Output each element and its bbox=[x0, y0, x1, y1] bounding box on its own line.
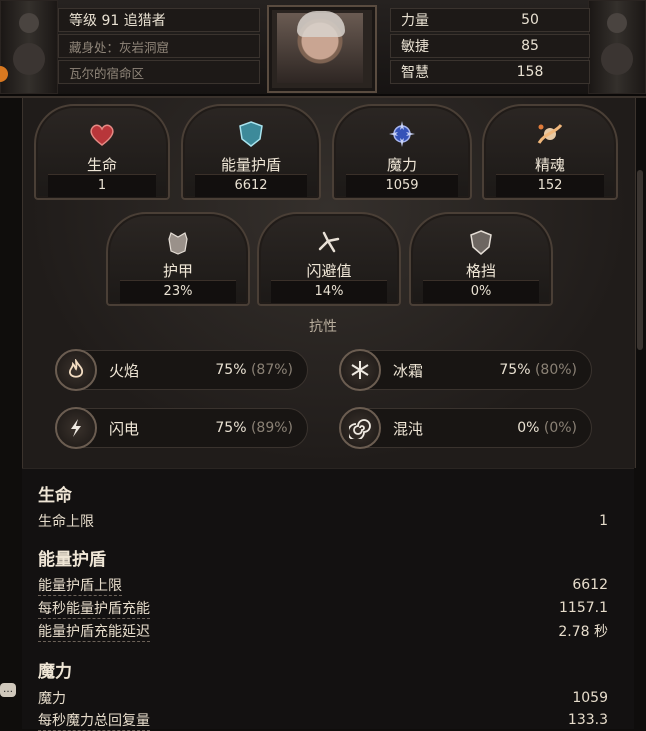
card-value: 1059 bbox=[346, 174, 458, 197]
block-icon bbox=[463, 224, 499, 260]
stat-row[interactable]: 每秒能量护盾充能 1157.1 bbox=[38, 598, 608, 619]
attribute-label: 智慧 bbox=[401, 65, 429, 81]
card-label: 护甲 bbox=[162, 262, 193, 280]
card-spirit[interactable]: 精魂 152 bbox=[482, 104, 618, 200]
card-armour[interactable]: 护甲 23% bbox=[106, 212, 250, 306]
resistance-fire[interactable]: 火焰 75% (87%) bbox=[55, 349, 308, 391]
card-value: 6612 bbox=[195, 174, 307, 197]
location-line: 瓦尔的宿命区 bbox=[58, 60, 260, 84]
resistance-value: 75% (80%) bbox=[499, 362, 577, 378]
card-value: 14% bbox=[271, 280, 387, 303]
mana-icon bbox=[384, 116, 420, 152]
resistance-cold[interactable]: 冰霜 75% (80%) bbox=[339, 349, 592, 391]
stat-label: 生命上限 bbox=[38, 514, 94, 530]
resistance-lightning[interactable]: 闪电 75% (89%) bbox=[55, 407, 308, 449]
stat-value: 6612 bbox=[572, 577, 608, 593]
card-life[interactable]: 生命 1 bbox=[34, 104, 170, 200]
character-portrait bbox=[277, 11, 363, 83]
card-energy-shield[interactable]: 能量护盾 6612 bbox=[181, 104, 321, 200]
stat-value: 1157.1 bbox=[559, 600, 608, 616]
stat-value: 2.78 秒 bbox=[558, 624, 608, 640]
stat-row[interactable]: 能量护盾充能延迟 2.78 秒 bbox=[38, 621, 608, 642]
stat-row: 魔力 1059 bbox=[38, 688, 608, 708]
resistance-label: 火焰 bbox=[109, 361, 140, 380]
attribute-label: 敏捷 bbox=[401, 39, 429, 55]
section-title-energy-shield: 能量护盾 bbox=[38, 550, 106, 570]
resistance-value: 0% (0%) bbox=[517, 420, 577, 436]
fire-icon bbox=[55, 349, 97, 391]
attribute-strength: 力量 50 bbox=[390, 8, 590, 32]
card-value: 152 bbox=[496, 174, 604, 197]
attribute-intelligence: 智慧 158 bbox=[390, 60, 590, 84]
resistance-label: 闪电 bbox=[109, 419, 140, 438]
card-value: 23% bbox=[120, 280, 236, 303]
hideout-line: 藏身处：灰岩洞窟 bbox=[58, 34, 260, 58]
card-label: 闪避值 bbox=[306, 262, 352, 280]
stat-value: 133.3 bbox=[567, 712, 608, 728]
chat-icon[interactable]: … bbox=[0, 683, 16, 697]
stat-value: 1 bbox=[599, 513, 608, 529]
resistances-title: 抗性 bbox=[309, 319, 337, 335]
character-header: 等级 91 追猎者 藏身处：灰岩洞窟 瓦尔的宿命区 力量 50 敏捷 85 智慧… bbox=[0, 0, 646, 98]
card-evasion[interactable]: 闪避值 14% bbox=[257, 212, 401, 306]
level-class-line: 等级 91 追猎者 bbox=[58, 8, 260, 32]
stat-row[interactable]: 能量护盾上限 6612 bbox=[38, 575, 608, 596]
attribute-value: 85 bbox=[521, 38, 539, 54]
stat-label: 魔力 bbox=[38, 691, 66, 707]
attribute-value: 158 bbox=[516, 64, 544, 80]
stat-value: 1059 bbox=[572, 690, 608, 706]
attribute-value: 50 bbox=[521, 12, 539, 28]
armour-icon bbox=[160, 224, 196, 260]
scrollbar[interactable] bbox=[637, 170, 643, 350]
attribute-label: 力量 bbox=[401, 13, 429, 29]
card-value: 1 bbox=[48, 174, 156, 197]
stat-label: 能量护盾上限 bbox=[38, 575, 122, 596]
card-label: 生命 bbox=[86, 156, 117, 174]
spirit-icon bbox=[532, 116, 568, 152]
cold-icon bbox=[339, 349, 381, 391]
chaos-icon bbox=[339, 407, 381, 449]
stat-row: 生命上限 1 bbox=[38, 511, 608, 531]
card-label: 格挡 bbox=[465, 262, 496, 280]
heart-icon bbox=[84, 116, 120, 152]
card-block[interactable]: 格挡 0% bbox=[409, 212, 553, 306]
attribute-dexterity: 敏捷 85 bbox=[390, 34, 590, 58]
resistance-label: 混沌 bbox=[393, 419, 424, 438]
left-statue-decoration bbox=[0, 0, 58, 94]
stat-row[interactable]: 每秒魔力总回复量 133.3 bbox=[38, 710, 608, 731]
attribute-list: 力量 50 敏捷 85 智慧 158 bbox=[390, 8, 590, 86]
card-mana[interactable]: 魔力 1059 bbox=[332, 104, 472, 200]
resistance-value: 75% (89%) bbox=[215, 420, 293, 436]
card-label: 精魂 bbox=[534, 156, 565, 174]
stat-label: 每秒能量护盾充能 bbox=[38, 598, 150, 619]
character-info: 等级 91 追猎者 藏身处：灰岩洞窟 瓦尔的宿命区 bbox=[58, 8, 260, 86]
stat-label: 能量护盾充能延迟 bbox=[38, 621, 150, 642]
stats-list: 生命 生命上限 1 能量护盾 能量护盾上限 6612 每秒能量护盾充能 1157… bbox=[22, 468, 634, 731]
card-value: 0% bbox=[423, 280, 539, 303]
evasion-icon bbox=[311, 224, 347, 260]
section-title-mana: 魔力 bbox=[38, 662, 72, 682]
card-label: 魔力 bbox=[386, 156, 417, 174]
resistance-chaos[interactable]: 混沌 0% (0%) bbox=[339, 407, 592, 449]
card-label: 能量护盾 bbox=[220, 156, 281, 174]
right-statue-decoration bbox=[588, 0, 646, 94]
shield-icon bbox=[233, 116, 269, 152]
lightning-icon bbox=[55, 407, 97, 449]
portrait-frame bbox=[267, 5, 377, 93]
resistance-value: 75% (87%) bbox=[215, 362, 293, 378]
stat-label: 每秒魔力总回复量 bbox=[38, 710, 150, 731]
section-title-life: 生命 bbox=[38, 486, 72, 506]
resistance-label: 冰霜 bbox=[393, 361, 424, 380]
